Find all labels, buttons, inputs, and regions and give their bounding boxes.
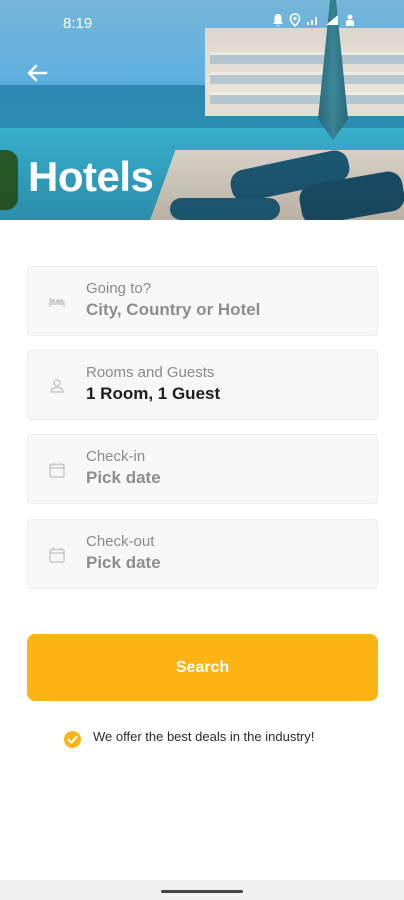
wifi-icon [307,17,317,25]
page-title: Hotels [28,153,154,200]
destination-label: Going to? [86,280,152,297]
signal-icon [326,15,338,25]
search-button[interactable]: Search [27,634,378,701]
checkin-value: Pick date [86,468,161,487]
bed-icon [49,298,65,307]
location-icon [289,13,301,27]
checkout-value: Pick date [86,553,161,572]
navigation-bar [0,880,404,900]
destination-value: City, Country or Hotel [86,300,261,319]
calendar-icon [49,462,65,478]
status-bar: 8:19 [0,0,404,44]
check-circle-icon [64,731,81,748]
calendar-icon [49,547,65,563]
status-icons [272,13,356,27]
battery-icon [346,14,354,26]
rooms-guests-value: 1 Room, 1 Guest [86,384,221,403]
back-button[interactable] [24,60,50,86]
status-time: 8:19 [63,15,93,32]
destination-field[interactable]: Going to? City, Country or Hotel [27,266,378,336]
checkin-label: Check-in [86,448,146,465]
checkout-field[interactable]: Check-out Pick date [27,519,378,589]
rooms-guests-label: Rooms and Guests [86,364,215,381]
checkout-label: Check-out [86,533,155,550]
person-icon [50,379,64,393]
arrow-left-icon [27,64,48,82]
rooms-guests-field[interactable]: Rooms and Guests 1 Room, 1 Guest [27,350,378,420]
notification-icon [273,14,283,27]
checkin-field[interactable]: Check-in Pick date [27,434,378,504]
home-handle[interactable] [161,890,243,893]
deal-note-text: We offer the best deals in the industry! [93,729,315,744]
